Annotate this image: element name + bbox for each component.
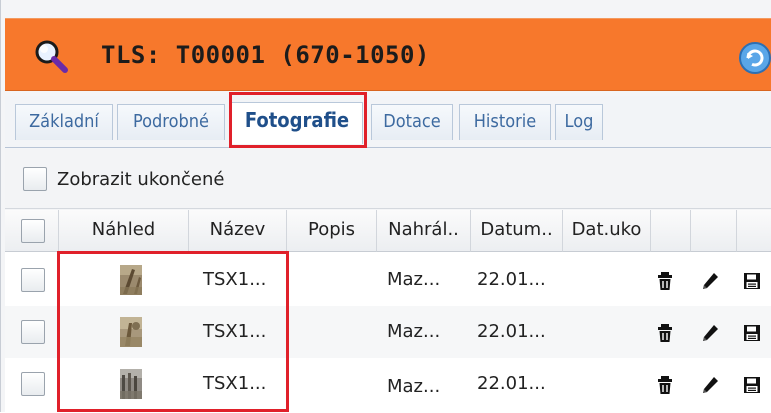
table-row[interactable]: TSX1... Maz... 22.01... — [5, 358, 771, 410]
pencil-icon[interactable] — [700, 271, 720, 291]
column-header-action-2 — [691, 210, 737, 252]
pencil-icon[interactable] — [700, 323, 720, 343]
row-uploaded-by: Maz... — [387, 321, 441, 342]
row-date: 22.01... — [477, 269, 546, 290]
trash-icon[interactable] — [655, 375, 675, 395]
row-uploaded-by: Maz... — [387, 376, 441, 397]
column-header-action-3 — [737, 210, 771, 252]
tab-fotografie[interactable]: Fotografie — [231, 102, 363, 144]
save-icon[interactable] — [742, 375, 762, 395]
column-header-dat-uko[interactable]: Dat.uko — [563, 210, 651, 252]
row-checkbox[interactable] — [21, 320, 45, 344]
photo-thumbnail[interactable] — [120, 265, 142, 295]
column-header-nahral[interactable]: Nahrál.. — [377, 210, 471, 252]
pencil-icon[interactable] — [700, 375, 720, 395]
title-bar: TLS: T00001 (670-1050) — [5, 18, 771, 91]
tab-zakladni[interactable]: Základní — [15, 104, 113, 140]
page-title: TLS: T00001 (670-1050) — [101, 41, 430, 69]
column-header-nahled[interactable]: Náhled — [59, 210, 189, 252]
row-date: 22.01... — [477, 321, 546, 342]
row-checkbox[interactable] — [21, 372, 45, 396]
search-icon[interactable] — [31, 36, 71, 76]
select-all-header — [5, 210, 59, 252]
show-ended-checkbox[interactable] — [23, 167, 47, 191]
save-icon[interactable] — [742, 323, 762, 343]
toolbar: Zobrazit ukončené — [5, 149, 771, 209]
select-all-checkbox[interactable] — [21, 219, 45, 243]
trash-icon[interactable] — [655, 271, 675, 291]
table-row[interactable]: TSX1... Maz... 22.01... — [5, 306, 771, 358]
row-name: TSX1... — [203, 373, 267, 394]
tab-log[interactable]: Log — [555, 104, 603, 140]
photo-thumbnail[interactable] — [120, 369, 142, 399]
row-uploaded-by: Maz... — [387, 269, 441, 290]
photo-thumbnail[interactable] — [120, 317, 142, 347]
trash-icon[interactable] — [655, 323, 675, 343]
column-header-action-1 — [651, 210, 691, 252]
table-row[interactable]: TSX1... Maz... 22.01... — [5, 254, 771, 306]
column-header-datum[interactable]: Datum.. — [471, 210, 563, 252]
row-date: 22.01... — [477, 373, 546, 394]
column-header-popis[interactable]: Popis — [287, 210, 377, 252]
row-name: TSX1... — [203, 269, 267, 290]
column-header-nazev[interactable]: Název — [189, 210, 287, 252]
save-icon[interactable] — [742, 271, 762, 291]
row-checkbox[interactable] — [21, 268, 45, 292]
refresh-icon[interactable] — [738, 41, 771, 75]
show-ended-label: Zobrazit ukončené — [57, 169, 225, 190]
photo-grid: Náhled Název Popis Nahrál.. Datum.. Dat.… — [5, 210, 771, 412]
tab-bar: Základní Podrobné Fotografie Dotace Hist… — [5, 96, 771, 148]
tab-historie[interactable]: Historie — [459, 104, 551, 140]
row-name: TSX1... — [203, 321, 267, 342]
tab-dotace[interactable]: Dotace — [371, 104, 453, 140]
tab-podrobne[interactable]: Podrobné — [117, 104, 225, 140]
detail-panel: TLS: T00001 (670-1050) Základní Podrobné… — [0, 0, 771, 412]
